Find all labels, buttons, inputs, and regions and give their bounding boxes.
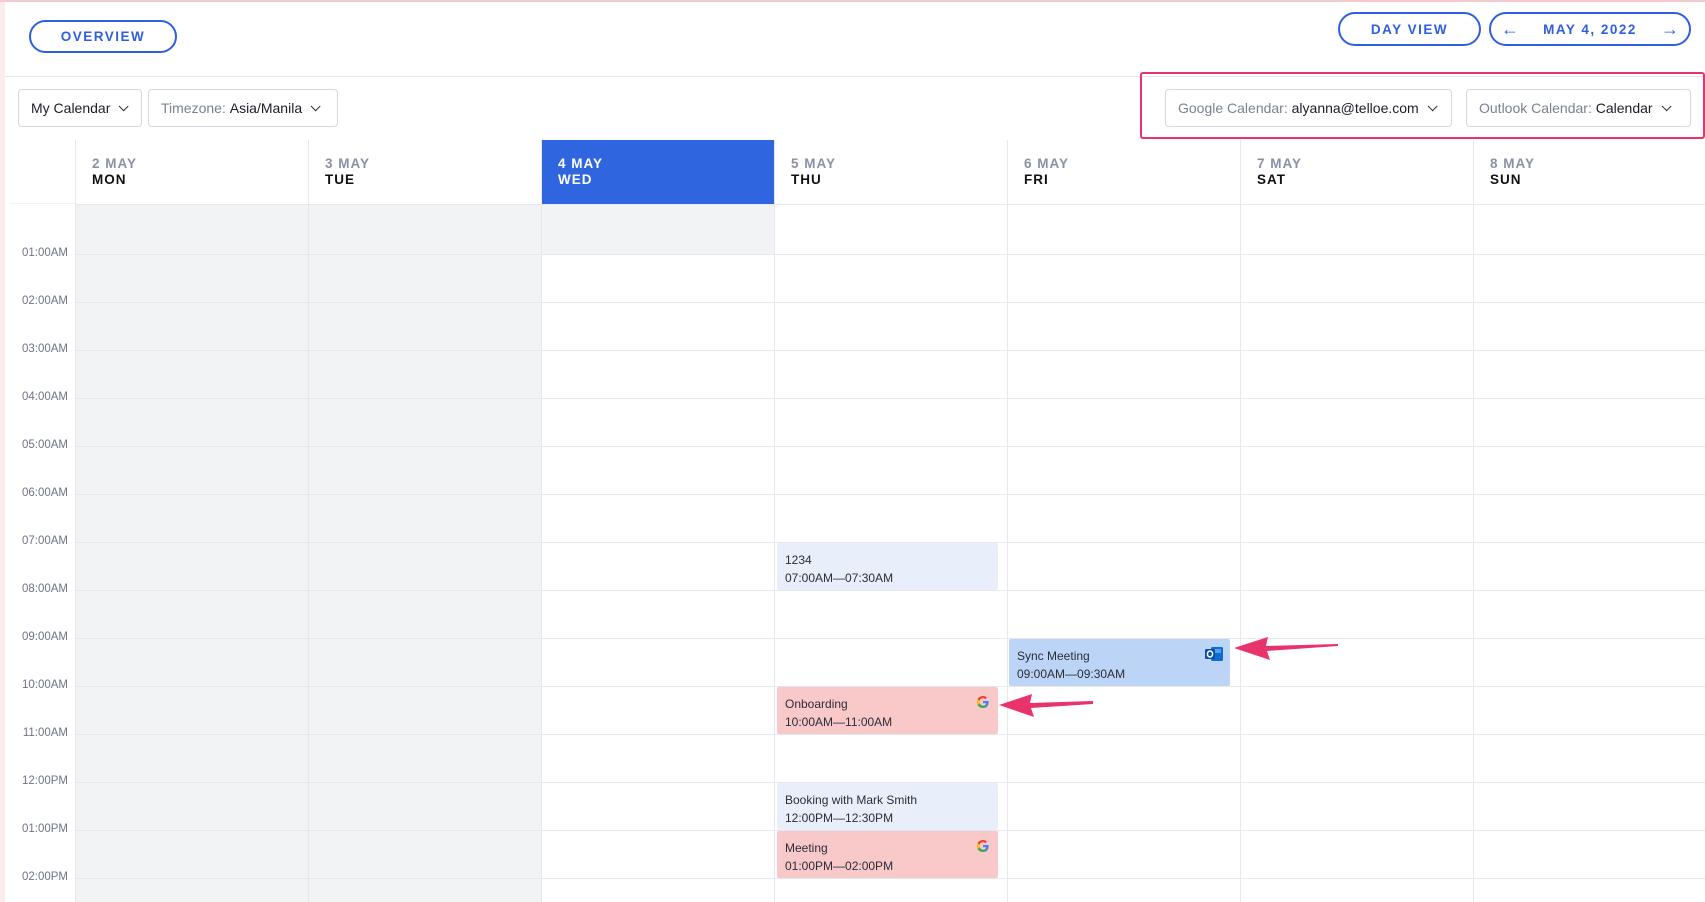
hour-line: [75, 350, 1705, 351]
timezone-label: Timezone:: [161, 100, 226, 116]
day-date: 4 MAY: [558, 156, 604, 171]
top-edge: [0, 0, 1705, 2]
event-title: Meeting: [785, 841, 828, 855]
hour-line: [75, 878, 1705, 879]
day-date: 3 MAY: [325, 156, 371, 171]
day-date: 8 MAY: [1490, 156, 1536, 171]
event-title: Sync Meeting: [1017, 649, 1090, 663]
event-1234[interactable]: 1234 07:00AM—07:30AM: [777, 543, 998, 590]
my-calendar-dropdown[interactable]: My Calendar: [18, 89, 142, 127]
time-label: 01:00AM: [21, 247, 68, 259]
time-label: 11:00AM: [22, 727, 68, 739]
arrow-left-icon[interactable]: ←: [1501, 19, 1519, 40]
chevron-down-icon: [310, 100, 321, 111]
day-date: 2 MAY: [92, 156, 138, 171]
time-label: 12:00PM: [21, 775, 68, 787]
my-calendar-label: My Calendar: [31, 100, 111, 116]
time-label: 04:00AM: [21, 391, 68, 403]
day-column-fri[interactable]: [1007, 204, 1240, 902]
google-icon: [977, 696, 989, 708]
hour-line: [75, 494, 1705, 495]
day-weekday: FRI: [1024, 172, 1049, 187]
time-label: 08:00AM: [21, 583, 68, 595]
event-time: 09:00AM—09:30AM: [1017, 667, 1126, 681]
day-column-tue[interactable]: [308, 204, 541, 902]
timezone-value: Asia/Manila: [229, 100, 303, 116]
current-date: MAY 4, 2022: [1543, 21, 1637, 37]
day-weekday: SUN: [1490, 172, 1522, 187]
day-weekday: TUE: [325, 172, 355, 187]
time-label: 02:00AM: [21, 295, 68, 307]
overview-button[interactable]: OVERVIEW: [29, 20, 177, 53]
arrow-right-icon[interactable]: →: [1661, 19, 1679, 40]
time-label: 01:00PM: [21, 823, 68, 835]
event-meeting[interactable]: Meeting 01:00PM—02:00PM: [777, 831, 998, 878]
annotation-highlight-box: [1140, 72, 1705, 139]
header-divider: [75, 204, 1705, 205]
header-corner-divider: [10, 203, 75, 204]
annotation-arrow-icon: [1234, 637, 1338, 660]
day-column-sun[interactable]: [1473, 204, 1705, 902]
time-label: 10:00AM: [21, 679, 68, 691]
event-sync-meeting[interactable]: Sync Meeting 09:00AM—09:30AM: [1009, 639, 1230, 686]
event-title: Onboarding: [785, 697, 848, 711]
day-column-mon[interactable]: [75, 204, 308, 902]
date-navigator: ← MAY 4, 2022 →: [1489, 12, 1691, 46]
day-header-fri[interactable]: 6 MAY FRI: [1007, 140, 1240, 204]
day-header-thu[interactable]: 5 MAY THU: [774, 140, 1007, 204]
hour-line: [75, 734, 1705, 735]
hour-line: [75, 302, 1705, 303]
day-column-sat[interactable]: [1240, 204, 1473, 902]
hour-line: [75, 446, 1705, 447]
timezone-dropdown[interactable]: Timezone: Asia/Manila: [148, 89, 338, 127]
day-weekday: MON: [92, 172, 127, 187]
event-title: 1234: [785, 553, 812, 567]
event-time: 07:00AM—07:30AM: [785, 571, 894, 585]
event-time: 12:00PM—12:30PM: [785, 811, 894, 825]
day-header-mon[interactable]: 2 MAY MON: [75, 140, 308, 204]
event-time: 10:00AM—11:00AM: [785, 715, 893, 729]
time-label: 05:00AM: [21, 439, 68, 451]
day-date: 7 MAY: [1257, 156, 1303, 171]
google-icon: [977, 840, 989, 852]
hour-line: [75, 254, 1705, 255]
time-label: 06:00AM: [21, 487, 68, 499]
event-time: 01:00PM—02:00PM: [785, 859, 894, 873]
day-column-wed[interactable]: [541, 204, 774, 902]
annotation-arrow-icon: [999, 694, 1093, 717]
time-label: 02:00PM: [21, 871, 68, 883]
day-date: 6 MAY: [1024, 156, 1070, 171]
time-label: 03:00AM: [21, 343, 68, 355]
event-onboarding[interactable]: Onboarding 10:00AM—11:00AM: [777, 687, 998, 734]
outlook-icon: [1205, 647, 1223, 661]
day-weekday: WED: [558, 172, 593, 187]
day-header-sat[interactable]: 7 MAY SAT: [1240, 140, 1473, 204]
event-title: Booking with Mark Smith: [785, 793, 918, 807]
day-weekday: THU: [791, 172, 822, 187]
day-date: 5 MAY: [791, 156, 837, 171]
day-header-sun[interactable]: 8 MAY SUN: [1473, 140, 1705, 204]
chevron-down-icon: [119, 100, 129, 111]
hour-line: [75, 398, 1705, 399]
hour-line: [75, 638, 1705, 639]
week-calendar-grid: 2 MAY MON 3 MAY TUE 4 MAY WED 5 MAY THU …: [5, 140, 1705, 902]
day-view-button[interactable]: DAY VIEW: [1338, 12, 1481, 46]
day-weekday: SAT: [1257, 172, 1286, 187]
day-header-wed-today[interactable]: 4 MAY WED: [541, 140, 774, 204]
hour-line: [75, 590, 1705, 591]
time-label: 07:00AM: [21, 535, 68, 547]
day-header-tue[interactable]: 3 MAY TUE: [308, 140, 541, 204]
time-label: 09:00AM: [21, 631, 68, 643]
event-booking-mark-smith[interactable]: Booking with Mark Smith 12:00PM—12:30PM: [777, 783, 998, 830]
